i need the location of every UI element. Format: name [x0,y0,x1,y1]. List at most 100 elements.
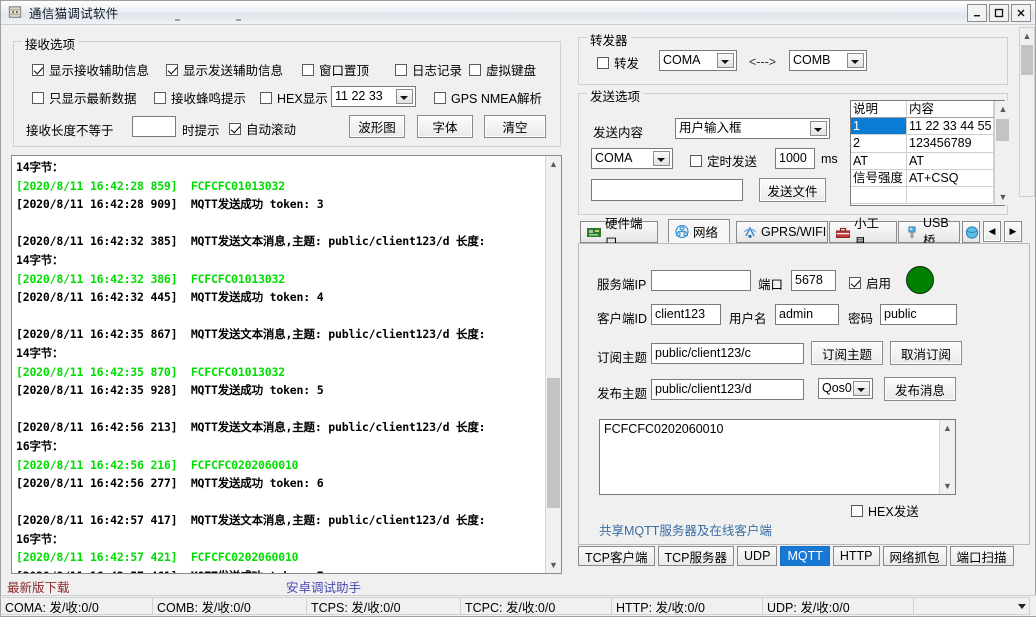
latest-version-download-link[interactable]: 最新版下载 [7,577,70,596]
checkbox-gps-nmea[interactable]: GPS NMEA解析 [434,88,542,107]
message-textarea[interactable]: FCFCFC0202060010 ▲ ▼ [599,419,956,495]
recv-length-input[interactable] [132,116,176,137]
status-cell: HTTP: 发/收:0/0 [611,597,763,615]
quick-send-table[interactable]: 说明 内容 1 11 22 33 44 55 2 123456789 AT AT 信号强度 AT+… [850,100,1011,206]
shared-mqtt-link[interactable]: 共享MQTT服务器及在线客户端 [599,520,772,539]
column-header-content: 内容 [907,101,995,119]
status-cell [913,597,1030,615]
checkbox-forward-enable[interactable]: 转发 [597,53,639,72]
checkbox-hex-display[interactable]: HEX显示 [260,88,328,107]
checkbox-timed-send[interactable]: 定时发送 [690,151,757,170]
protocol-tab-TCP服务器[interactable]: TCP服务器 [657,546,735,566]
font-button[interactable]: 字体 [417,115,473,138]
checkbox-box [229,122,241,135]
protocol-tab-MQTT[interactable]: MQTT [780,546,830,566]
checkbox-recv-beep[interactable]: 接收蜂鸣提示 [154,88,246,107]
message-scrollbar[interactable]: ▲ ▼ [939,420,955,494]
forward-port-a-select[interactable]: COMA [659,50,737,71]
column-header-desc: 说明 [851,101,907,119]
scroll-down-icon[interactable]: ▼ [940,478,955,494]
status-cell: TCPC: 发/收:0/0 [460,597,612,615]
username-value: admin [779,307,814,321]
table-row[interactable]: AT AT [851,152,995,170]
table-row[interactable]: 1 11 22 33 44 55 [851,118,995,136]
quick-send-scrollbar[interactable]: ▲ ▼ [994,101,1011,205]
checkbox-mqtt-enable[interactable]: 启用 [849,273,891,292]
log-line: [2020/8/11 16:42:56 213] MQTT发送文本消息,主题: … [16,420,486,435]
checkbox-box [434,91,446,104]
publish-button[interactable]: 发布消息 [884,377,956,401]
tab-nav-next-button[interactable]: ▶ [1004,221,1022,242]
protocol-tab-UDP[interactable]: UDP [737,546,778,566]
checkbox-show-recv-info[interactable]: 显示接收辅助信息 [32,60,149,79]
send-interval-input[interactable]: 1000 [775,148,815,169]
window-controls [967,3,1031,22]
tab-overflow-partial[interactable] [962,221,980,243]
globe-icon [965,225,979,239]
checkbox-always-on-top[interactable]: 窗口置顶 [302,60,369,79]
port-input[interactable]: 5678 [791,270,836,291]
table-row[interactable]: 2 123456789 [851,135,995,153]
sub-topic-input[interactable]: public/client123/c [651,343,804,364]
tab-gprs-wifi[interactable]: GPRS/WIFI [736,221,828,243]
log-line: [2020/8/11 16:42:56 216] FCFCFC020206001… [16,457,299,472]
forward-port-b-select[interactable]: COMB [789,50,867,71]
checkbox-show-send-info[interactable]: 显示发送辅助信息 [166,60,283,79]
scroll-down-icon[interactable]: ▼ [995,189,1010,205]
scroll-up-icon[interactable]: ▲ [940,420,955,436]
username-input[interactable]: admin [775,304,839,325]
log-panel: 14字节： [2020/8/11 16:42:28 859] FCFCFC0101… [11,155,562,574]
scroll-up-icon[interactable]: ▲ [995,101,1010,117]
tab-tools[interactable]: 小工具 [829,217,897,250]
close-button[interactable] [1011,3,1031,22]
recv-length-suffix-label: 时提示 [182,124,220,138]
scroll-up-icon[interactable]: ▲ [1020,28,1034,44]
checkbox-latest-only[interactable]: 只显示最新数据 [32,88,137,107]
table-row[interactable] [851,186,995,205]
checkbox-auto-scroll[interactable]: 自动滚动 [229,119,296,138]
log-line: [2020/8/11 16:42:35 928] MQTT发送成功 token:… [16,383,324,398]
scroll-up-icon[interactable]: ▲ [546,156,561,172]
tab-usb-bridge[interactable]: USB桥 [898,216,960,248]
table-row[interactable]: 信号强度 AT+CSQ [851,169,995,187]
password-value: public [884,307,917,321]
send-content-select[interactable]: 用户输入框 [675,118,830,139]
checkbox-hex-send[interactable]: HEX发送 [851,501,919,520]
cell-content: 11 22 33 44 55 [907,118,995,136]
send-file-path-input[interactable] [591,179,743,201]
checkbox-virtual-keyboard[interactable]: 虚拟键盘 [469,60,536,79]
protocol-tab-端口扫描[interactable]: 端口扫描 [949,546,1014,566]
log-scrollbar[interactable]: ▲ ▼ [545,156,561,573]
tab-network[interactable]: 网络 [668,219,730,243]
server-ip-label: 服务端IP [597,278,647,292]
send-port-select[interactable]: COMA [591,148,673,169]
maximize-button[interactable] [989,3,1009,22]
send-file-button[interactable]: 发送文件 [759,178,826,202]
protocol-tab-HTTP[interactable]: HTTP [832,546,880,566]
status-dropdown-icon[interactable] [1018,604,1026,609]
android-debug-assistant-link[interactable]: 安卓调试助手 [286,577,361,596]
unsubscribe-button[interactable]: 取消订阅 [890,341,962,365]
minimize-button[interactable] [967,3,987,22]
qos-select[interactable]: Qos0 [818,378,873,399]
password-input[interactable]: public [880,304,957,325]
clear-button[interactable]: 清空 [484,115,546,138]
protocol-tab-网络抓包[interactable]: 网络抓包 [882,546,947,566]
pub-topic-input[interactable]: public/client123/d [651,379,804,400]
checkbox-log-record[interactable]: 日志记录 [395,60,462,79]
subscribe-button[interactable]: 订阅主题 [811,341,883,365]
protocol-tab-TCP客户端[interactable]: TCP客户端 [578,546,655,566]
right-panel-scrollbar[interactable]: ▲ [1019,27,1035,197]
client-id-input[interactable]: client123 [651,304,721,325]
scrollbar-thumb[interactable] [996,119,1010,141]
tab-nav-prev-button[interactable]: ◀ [983,221,1001,242]
scroll-down-icon[interactable]: ▼ [546,557,561,573]
waveform-button[interactable]: 波形图 [349,115,405,138]
scrollbar-thumb[interactable] [1021,45,1033,75]
scrollbar-thumb[interactable] [547,378,560,508]
tab-hardware-port[interactable]: 硬件端口 [580,217,658,250]
log-output[interactable]: 14字节： [2020/8/11 16:42:28 859] FCFCFC0101… [12,156,545,573]
hex-format-select[interactable]: 11 22 33 [331,86,416,107]
port-value: 5678 [795,273,823,287]
server-ip-input[interactable] [651,270,751,291]
